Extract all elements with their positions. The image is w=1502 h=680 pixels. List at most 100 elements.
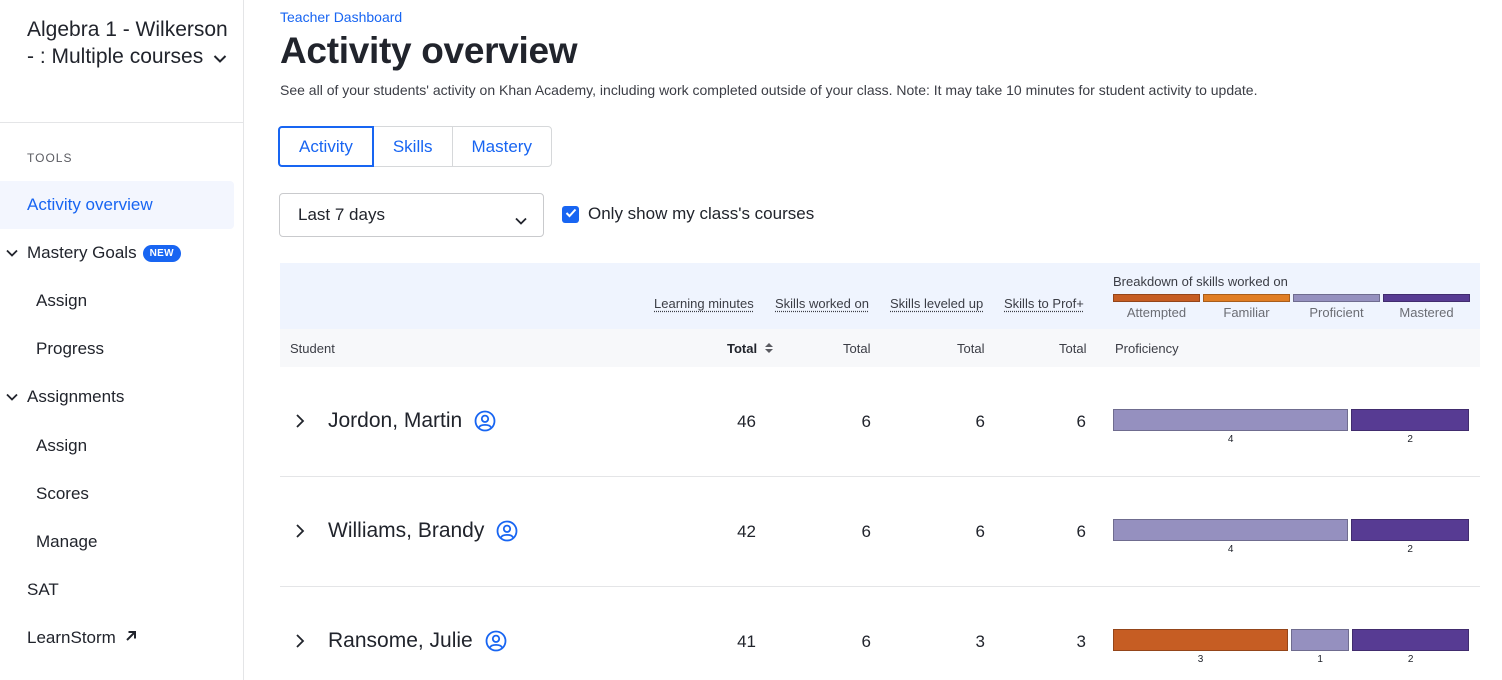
chevron-right-icon[interactable]: [295, 523, 305, 544]
sort-total-learning-minutes[interactable]: Total: [727, 341, 774, 357]
proficiency-segment-mastered[interactable]: [1351, 409, 1469, 431]
proficiency-count-proficient: 4: [1113, 544, 1348, 555]
tools-label: TOOLS: [27, 151, 72, 165]
proficiency-segment-proficient[interactable]: [1113, 409, 1348, 431]
legend-swatch-attempted: [1113, 294, 1200, 302]
only-my-courses-label: Only show my class's courses: [588, 204, 814, 224]
sidebar-item-label: Mastery Goals: [27, 243, 137, 263]
student-name-text: Ransome, Julie: [328, 629, 473, 653]
sidebar-item-sat[interactable]: SAT: [0, 566, 234, 614]
sidebar-item-label: Assignments: [27, 387, 124, 407]
student-profile-icon[interactable]: [496, 520, 518, 542]
legend-swatch-proficient: [1293, 294, 1380, 302]
main-content: Teacher Dashboard Activity overview See …: [280, 0, 1480, 680]
col-learning-minutes[interactable]: Learning minutes: [654, 296, 754, 311]
sidebar-item-label: Assign: [36, 436, 87, 456]
class-picker[interactable]: Algebra 1 - Wilkerson - : Multiple cours…: [27, 16, 232, 71]
sub-total-to-prof: Total: [1059, 341, 1086, 356]
table-header: Learning minutes Skills worked on Skills…: [280, 263, 1480, 329]
sidebar-item-scores[interactable]: Scores: [0, 470, 234, 518]
date-range-select[interactable]: Last 7 days: [279, 193, 544, 237]
proficiency-segment-attempted[interactable]: [1113, 629, 1288, 651]
only-my-courses-checkbox[interactable]: [562, 206, 579, 223]
breadcrumb[interactable]: Teacher Dashboard: [280, 9, 402, 25]
proficiency-count-proficient: 1: [1291, 654, 1349, 665]
proficiency-count-mastered: 2: [1352, 654, 1469, 665]
table-subheader: Student Total Total Total Total Proficie…: [280, 329, 1480, 367]
skills-to-prof-value: 6: [1026, 412, 1086, 432]
proficiency-count-mastered: 2: [1351, 544, 1469, 555]
sidebar-divider: [0, 122, 244, 123]
legend-swatch-familiar: [1203, 294, 1290, 302]
skills-to-prof-value: 3: [1026, 632, 1086, 652]
skills-to-prof-value: 6: [1026, 522, 1086, 542]
sidebar-item-label: Manage: [36, 532, 97, 552]
sidebar-item-label: SAT: [27, 580, 59, 600]
learning-minutes-value: 42: [696, 522, 756, 542]
sidebar-item-assignments[interactable]: Assignments: [0, 373, 234, 421]
sidebar-item-progress[interactable]: Progress: [0, 325, 234, 373]
breakdown-title: Breakdown of skills worked on: [1113, 274, 1288, 289]
table-row[interactable]: Williams, Brandy 42 6 6 6 4 2: [280, 477, 1480, 587]
student-name[interactable]: Williams, Brandy: [328, 519, 518, 543]
checkmark-icon: [565, 205, 577, 223]
proficiency-segment-proficient[interactable]: [1291, 629, 1349, 651]
proficiency-count-attempted: 3: [1113, 654, 1288, 665]
chevron-down-icon: [515, 210, 527, 230]
page-description: See all of your students' activity on Kh…: [280, 82, 1257, 98]
tab-mastery[interactable]: Mastery: [452, 126, 552, 167]
sub-total-label: Total: [727, 341, 757, 356]
tab-skills[interactable]: Skills: [373, 126, 453, 167]
page-title: Activity overview: [280, 30, 577, 72]
legend-swatch-mastered: [1383, 294, 1470, 302]
proficiency-segment-mastered[interactable]: [1352, 629, 1469, 651]
class-name: Algebra 1 - Wilkerson - : Multiple cours…: [27, 18, 228, 68]
sub-proficiency: Proficiency: [1115, 341, 1179, 356]
proficiency-segment-mastered[interactable]: [1351, 519, 1469, 541]
student-profile-icon[interactable]: [474, 410, 496, 432]
col-skills-to-prof[interactable]: Skills to Prof+: [1004, 296, 1084, 311]
sub-student: Student: [290, 341, 335, 356]
student-name-text: Williams, Brandy: [328, 519, 484, 543]
proficiency-segment-proficient[interactable]: [1113, 519, 1348, 541]
sidebar-item-manage[interactable]: Manage: [0, 518, 234, 566]
skills-worked-on-value: 6: [811, 412, 871, 432]
col-skills-leveled-up[interactable]: Skills leveled up: [890, 296, 983, 311]
chevron-down-icon: [213, 44, 227, 71]
sidebar-item-mastery-assign[interactable]: Assign: [0, 277, 234, 325]
sidebar-item-label: Activity overview: [27, 195, 153, 215]
legend-label-familiar: Familiar: [1203, 305, 1290, 320]
proficiency-count-mastered: 2: [1351, 434, 1469, 445]
skills-leveled-up-value: 6: [925, 522, 985, 542]
only-my-courses-toggle[interactable]: Only show my class's courses: [562, 204, 814, 224]
sidebar-item-mastery-goals[interactable]: Mastery Goals NEW: [0, 229, 234, 277]
new-badge: NEW: [143, 245, 181, 262]
table-row[interactable]: Jordon, Martin 46 6 6 6 4 2: [280, 367, 1480, 477]
sidebar-item-learnstorm[interactable]: LearnStorm: [0, 614, 234, 662]
sidebar-item-label: Progress: [36, 339, 104, 359]
col-skills-worked-on[interactable]: Skills worked on: [775, 296, 869, 311]
sidebar: Algebra 1 - Wilkerson - : Multiple cours…: [0, 0, 244, 680]
sidebar-item-activity-overview[interactable]: Activity overview: [0, 181, 234, 229]
external-link-icon: [124, 628, 138, 648]
tab-activity[interactable]: Activity: [278, 126, 374, 167]
skills-worked-on-value: 6: [811, 522, 871, 542]
sidebar-item-label: Assign: [36, 291, 87, 311]
skills-leveled-up-value: 6: [925, 412, 985, 432]
sub-total-leveled-up: Total: [957, 341, 984, 356]
chevron-right-icon[interactable]: [295, 413, 305, 434]
legend-label-proficient: Proficient: [1293, 305, 1380, 320]
sort-icon: [764, 342, 774, 357]
table-row[interactable]: Ransome, Julie 41 6 3 3 3 1 2: [280, 587, 1480, 680]
sub-total-worked-on: Total: [843, 341, 870, 356]
chevron-right-icon[interactable]: [295, 633, 305, 654]
legend-label-attempted: Attempted: [1113, 305, 1200, 320]
legend-label-mastered: Mastered: [1383, 305, 1470, 320]
chevron-down-icon: [2, 249, 22, 257]
sidebar-item-assignments-assign[interactable]: Assign: [0, 422, 234, 470]
student-profile-icon[interactable]: [485, 630, 507, 652]
student-name[interactable]: Jordon, Martin: [328, 409, 496, 433]
student-name[interactable]: Ransome, Julie: [328, 629, 507, 653]
skills-worked-on-value: 6: [811, 632, 871, 652]
learning-minutes-value: 46: [696, 412, 756, 432]
